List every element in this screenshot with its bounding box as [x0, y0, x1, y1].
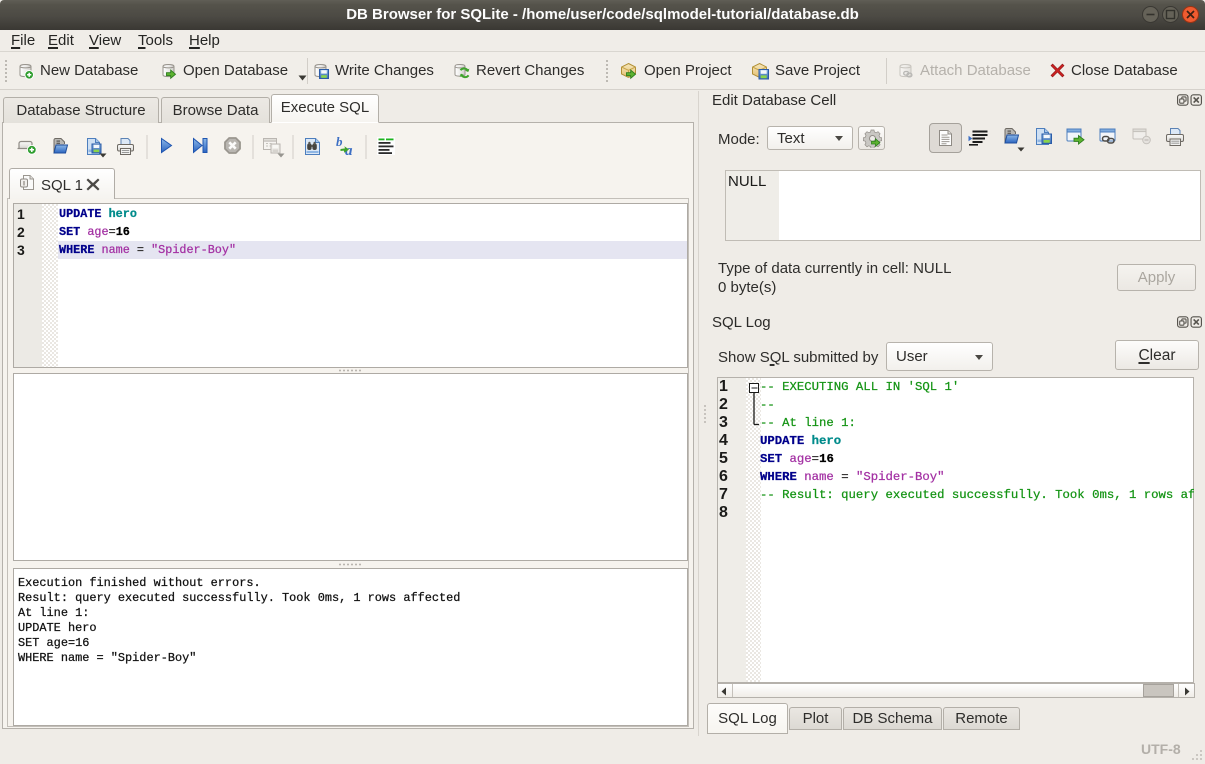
svg-text:b: b [336, 135, 343, 149]
